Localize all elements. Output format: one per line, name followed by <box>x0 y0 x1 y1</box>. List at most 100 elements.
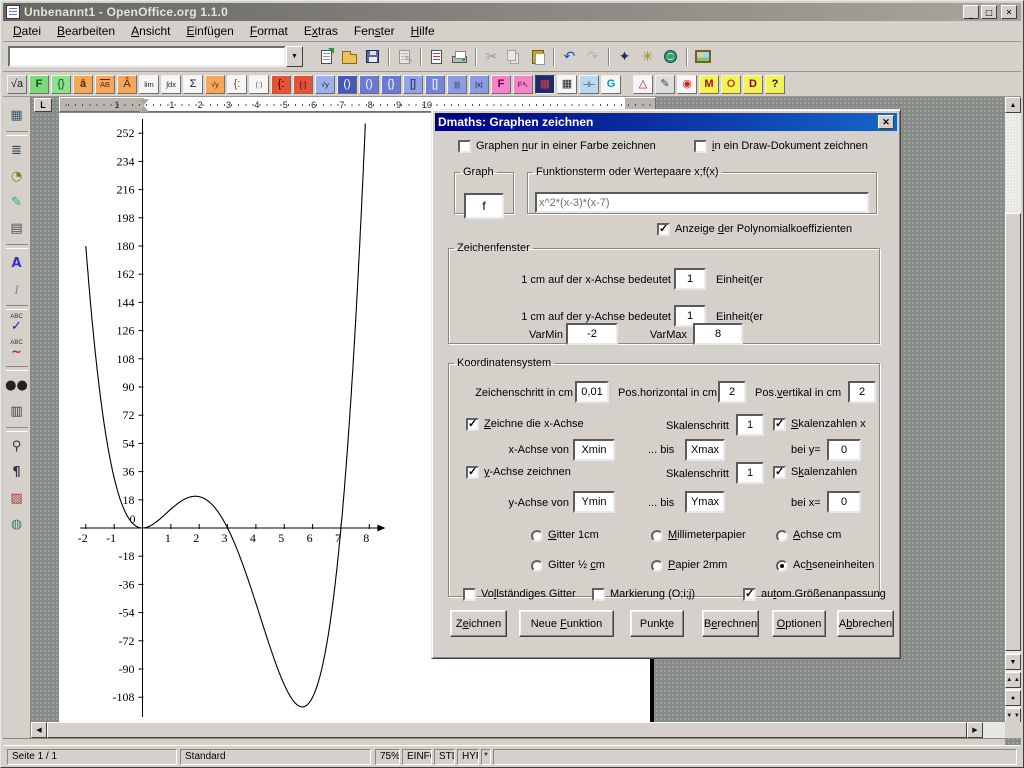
graph-name-input[interactable] <box>464 193 504 219</box>
pos-vertikal-input[interactable] <box>848 381 876 403</box>
separator[interactable] <box>682 46 691 68</box>
bei-y-input[interactable] <box>827 439 861 461</box>
autospellcheck-icon[interactable]: ABC ~ <box>5 338 29 362</box>
radio-achseneinheiten[interactable]: Achseneinheiten <box>776 559 874 572</box>
dmaths-geometry[interactable]: G <box>601 75 621 94</box>
dmaths-vector[interactable]: ā <box>73 75 93 94</box>
dmaths-sum[interactable]: Σ <box>183 75 203 94</box>
radio-millimeterpapier[interactable]: Millimeterpapier <box>651 529 746 542</box>
status-style[interactable]: Standard <box>180 749 371 765</box>
open-document-icon[interactable] <box>338 46 361 68</box>
print-file-icon[interactable] <box>448 46 471 68</box>
separator[interactable] <box>549 46 558 68</box>
navigation-dot-button[interactable]: ● <box>1005 690 1021 706</box>
dmaths-root-a[interactable]: √a <box>7 75 27 94</box>
vertical-scrollbar-thumb[interactable] <box>1005 213 1021 651</box>
dmaths-function-pointer[interactable]: F↖ <box>513 75 533 94</box>
autotext-icon[interactable]: A <box>5 251 29 275</box>
save-document-icon[interactable] <box>361 46 384 68</box>
show-draw-functions-icon[interactable]: ✎ <box>5 190 29 214</box>
autosize-checkbox[interactable] <box>743 588 756 601</box>
dmaths-paren-dark[interactable]: () <box>337 75 357 94</box>
berechnen-button[interactable]: Berechnen <box>702 610 759 637</box>
marking-checkbox[interactable] <box>592 588 605 601</box>
separator[interactable] <box>6 427 28 432</box>
dmaths-function-green[interactable]: F <box>29 75 49 94</box>
neue-funktion-button[interactable]: Neue Funktion <box>519 610 614 637</box>
x-axis-from-input[interactable] <box>573 439 615 461</box>
varmin-input[interactable] <box>566 323 618 345</box>
menu-ansicht[interactable]: Ansicht <box>123 22 178 40</box>
horizontal-scrollbar[interactable]: ◀ ▶ <box>31 722 1005 738</box>
horizontal-scrollbar-thumb[interactable] <box>47 722 967 738</box>
scroll-right-button[interactable]: ▶ <box>967 722 983 738</box>
url-input[interactable] <box>8 46 286 67</box>
dialog-close-button[interactable]: ✕ <box>878 115 894 129</box>
optionen-button[interactable]: Optionen <box>772 610 826 637</box>
gallery-icon[interactable] <box>691 46 714 68</box>
vertical-scrollbar[interactable]: ▲ ▼ ▲ ▲ ● ▼ ▼ <box>1005 97 1021 722</box>
status-zoom[interactable]: 75% <box>375 749 400 765</box>
draw-y-axis-checkbox[interactable] <box>466 466 479 479</box>
single-color-checkbox[interactable] <box>458 140 471 153</box>
separator[interactable] <box>604 46 613 68</box>
dmaths-o-button[interactable]: O <box>721 75 741 94</box>
dmaths-segment[interactable]: AB <box>95 75 115 94</box>
redo-icon[interactable]: ↷ <box>581 46 604 68</box>
insert-objects-icon[interactable]: ◔ <box>5 164 29 188</box>
maximize-button[interactable]: □ <box>981 5 997 19</box>
zeichenschritt-input[interactable] <box>575 381 609 403</box>
window-titlebar[interactable]: Unbenannt1 - OpenOffice.org 1.1.0 _□✕ <box>3 3 1021 21</box>
x-axis-unit-input[interactable] <box>674 268 706 290</box>
dmaths-braces-green[interactable]: {} <box>51 75 71 94</box>
online-layout-icon[interactable]: ◍ <box>5 512 29 536</box>
dmaths-interval[interactable]: ⊣⊢ <box>579 75 599 94</box>
full-grid-checkbox[interactable] <box>463 588 476 601</box>
dmaths-function-pink[interactable]: F <box>491 75 511 94</box>
dmaths-bracket-blue[interactable]: [] <box>425 75 445 94</box>
separator[interactable] <box>6 366 28 371</box>
separator[interactable] <box>416 46 425 68</box>
radio-papier-2mm[interactable]: Papier 2mm <box>651 559 727 572</box>
menu-bearbeiten[interactable]: Bearbeiten <box>49 22 123 40</box>
dmaths-bracket-light[interactable]: [] <box>403 75 423 94</box>
status-insert-mode[interactable]: EINFG <box>402 749 432 765</box>
pos-horizontal-input[interactable] <box>718 381 746 403</box>
dmaths-help-button[interactable]: ? <box>765 75 785 94</box>
punkte-button[interactable]: Punkte <box>630 610 684 637</box>
scroll-up-button[interactable]: ▲ <box>1005 97 1021 113</box>
y-axis-from-input[interactable] <box>573 491 615 513</box>
minimize-button[interactable]: _ <box>963 5 979 19</box>
varmax-input[interactable] <box>693 323 743 345</box>
menu-format[interactable]: Format <box>242 22 296 40</box>
draw-x-axis-checkbox[interactable] <box>466 418 479 431</box>
menu-datei[interactable]: Datei <box>5 22 49 40</box>
tab-stop-type-selector[interactable]: L <box>34 98 52 112</box>
separator[interactable] <box>471 46 480 68</box>
dmaths-system-left[interactable]: {: <box>227 75 247 94</box>
menu-extras[interactable]: Extras <box>296 22 346 40</box>
menu-fenster[interactable]: Fenster <box>346 22 403 40</box>
dmaths-compass[interactable]: △ <box>633 75 653 94</box>
insert-table-icon[interactable]: ▦ <box>5 103 29 127</box>
bei-x-input[interactable] <box>827 491 861 513</box>
abbrechen-button[interactable]: Abbrechen <box>837 610 894 637</box>
zoom-icon[interactable]: ⚲ <box>5 434 29 458</box>
separator[interactable] <box>384 46 393 68</box>
radio-achse-cm[interactable]: Achse cm <box>776 529 841 542</box>
dmaths-draw-graph-active[interactable]: ▦ <box>535 75 555 94</box>
dmaths-pencil[interactable]: ✎ <box>655 75 675 94</box>
spellcheck-icon[interactable]: ABC ✓ <box>5 312 29 336</box>
dialog-titlebar[interactable]: Dmaths: Graphen zeichnen ✕ <box>435 113 897 131</box>
dmaths-matrix-round[interactable]: (:) <box>249 75 269 94</box>
dmaths-spiral[interactable]: ◉ <box>677 75 697 94</box>
dmaths-paren-blue[interactable]: () <box>359 75 379 94</box>
undo-icon[interactable]: ↶ <box>558 46 581 68</box>
export-pdf-icon[interactable] <box>425 46 448 68</box>
find-icon[interactable]: ●● <box>5 373 29 397</box>
radio-gitter-halb-cm[interactable]: Gitter ½ cm <box>531 559 605 572</box>
menu-hilfe[interactable]: Hilfe <box>403 22 443 40</box>
direct-cursor-icon[interactable]: I <box>5 277 29 301</box>
separator[interactable] <box>6 305 28 310</box>
skalenschritt-y-input[interactable] <box>736 462 764 484</box>
